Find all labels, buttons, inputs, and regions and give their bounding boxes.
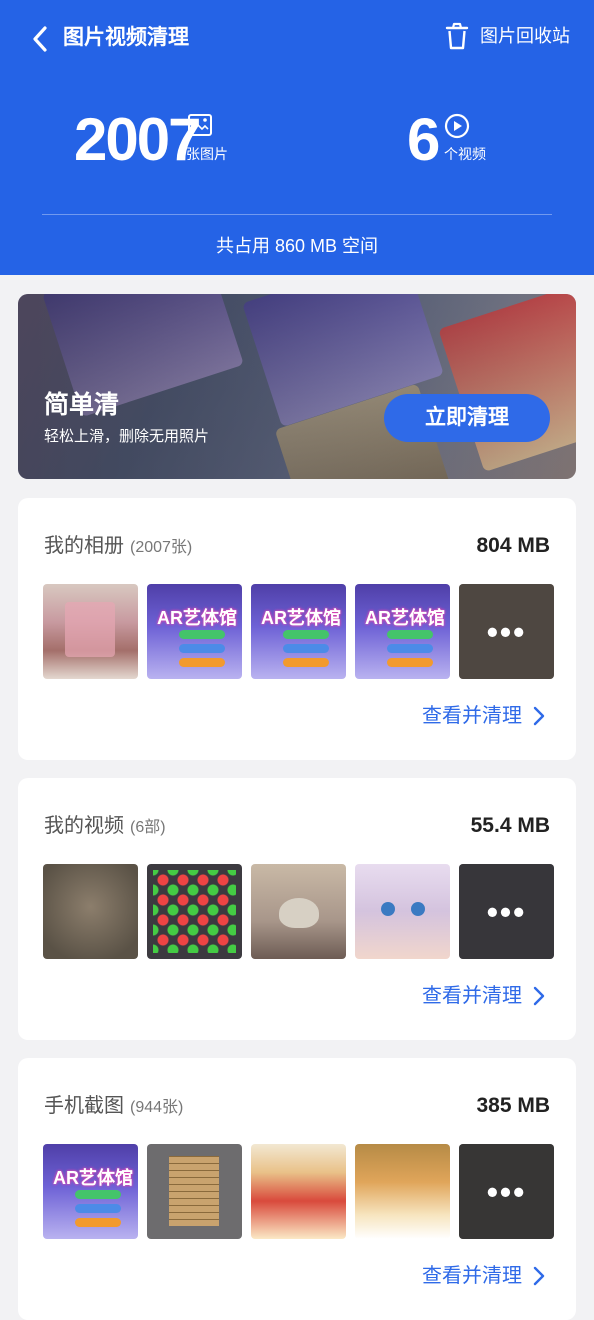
thumbnail-caption: AR艺体馆 [261,608,341,628]
thumbnail[interactable]: AR艺体馆 [43,1144,138,1239]
thumbnail-row: ••• [43,864,554,959]
header-divider [42,214,552,215]
section-size: 385 MB [476,1094,550,1117]
more-indicator: ••• [459,1144,554,1239]
trash-label: 图片回收站 [480,26,570,46]
chevron-right-icon [533,1266,545,1286]
section-size: 55.4 MB [470,814,550,837]
clean-now-button[interactable]: 立即清理 [384,394,550,442]
section-title-text: 我的视频 [44,815,124,837]
header: 图片视频清理 图片回收站 2007 张图片 6 个视频 共占用 860 MB 空… [0,0,594,275]
thumbnail[interactable] [43,584,138,679]
section-count: (944张) [130,1099,184,1116]
videos-unit: 个视频 [444,146,486,162]
trash-icon [445,22,469,50]
image-icon [188,114,212,136]
videos-count: 6 [407,106,440,173]
thumbnail-caption: AR艺体馆 [53,1168,133,1188]
chevron-right-icon [533,986,545,1006]
section-count: (6部) [130,819,166,836]
thumbnail[interactable] [147,864,242,959]
total-usage: 共占用 860 MB 空间 [215,236,379,256]
thumbnail-row: AR艺体馆 ••• [43,1144,554,1239]
thumbnail[interactable] [355,1144,450,1239]
banner-overlay [18,294,576,479]
quick-clean-banner[interactable]: 简单清 轻松上滑，删除无用照片 立即清理 [18,294,576,479]
section-title: 我的相册 (2007张) [44,532,192,562]
thumbnail[interactable] [251,1144,346,1239]
link-label: 查看并清理 [422,1265,522,1287]
thumbnail[interactable]: AR艺体馆 [147,584,242,679]
view-and-clean-link[interactable]: 查看并清理 [422,982,546,1010]
link-label: 查看并清理 [422,705,522,727]
section-title-text: 我的相册 [44,535,124,557]
photos-count: 2007 [74,106,201,173]
section-title: 我的视频 (6部) [44,812,166,842]
page-title: 图片视频清理 [63,26,189,49]
link-label: 查看并清理 [422,985,522,1007]
trash-button[interactable]: 图片回收站 [444,20,570,52]
back-icon[interactable] [28,24,52,54]
thumbnail-caption: AR艺体馆 [365,608,445,628]
section-count: (2007张) [130,539,193,556]
thumbnail[interactable] [43,864,138,959]
video-section: 我的视频 (6部) 55.4 MB ••• 查看并清理 [18,778,576,1040]
thumbnail[interactable] [147,1144,242,1239]
section-title-text: 手机截图 [44,1095,124,1117]
more-thumbnail[interactable]: ••• [459,584,554,679]
more-indicator: ••• [459,584,554,679]
more-thumbnail[interactable]: ••• [459,864,554,959]
more-thumbnail[interactable]: ••• [459,1144,554,1239]
play-circle-icon [444,113,470,139]
view-and-clean-link[interactable]: 查看并清理 [422,702,546,730]
thumbnail[interactable]: AR艺体馆 [251,584,346,679]
more-indicator: ••• [459,864,554,959]
chevron-right-icon [533,706,545,726]
view-and-clean-link[interactable]: 查看并清理 [422,1262,546,1290]
thumbnail-caption: AR艺体馆 [157,608,237,628]
album-section: 我的相册 (2007张) 804 MB AR艺体馆 AR艺体馆 AR艺体馆 ••• [18,498,576,760]
photos-unit: 张图片 [186,146,228,162]
thumbnail[interactable]: AR艺体馆 [355,584,450,679]
banner-subtitle: 轻松上滑，删除无用照片 [44,428,210,445]
screenshots-section: 手机截图 (944张) 385 MB AR艺体馆 ••• 查看并清理 [18,1058,576,1320]
banner-title: 简单清 [44,391,120,419]
section-title: 手机截图 (944张) [44,1092,183,1122]
section-size: 804 MB [476,534,550,557]
thumbnail[interactable] [251,864,346,959]
thumbnail[interactable] [355,864,450,959]
thumbnail-row: AR艺体馆 AR艺体馆 AR艺体馆 ••• [43,584,554,679]
